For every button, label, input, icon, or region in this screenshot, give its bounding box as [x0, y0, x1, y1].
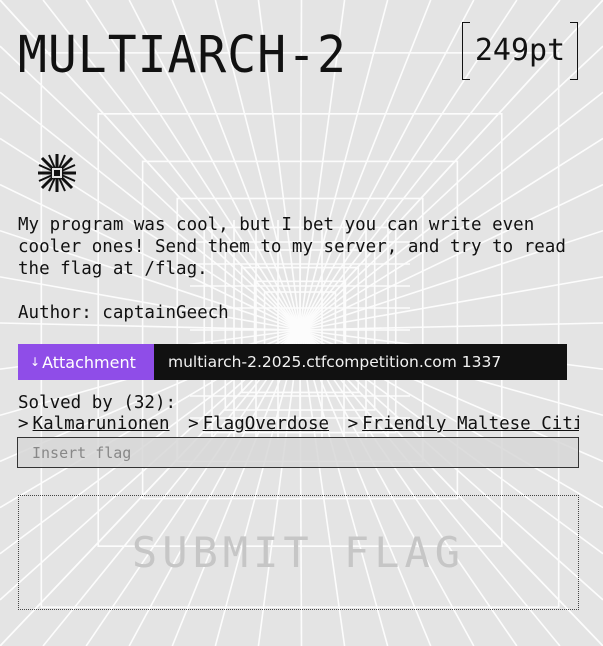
points-badge: 249pt	[462, 22, 578, 80]
asterisk-burst-icon	[38, 154, 76, 192]
solved-by-label: Solved by (32):	[18, 393, 177, 413]
download-icon: ↓	[30, 355, 41, 369]
connection-string: multiarch-2.2025.ctfcompetition.com 1337	[154, 344, 567, 380]
points-value: 249pt	[474, 33, 566, 68]
solver-team-link[interactable]: Kalmarunionen	[33, 414, 170, 434]
solver-list: > Kalmarunionen > FlagOverdose > Friendly M…	[18, 413, 579, 437]
challenge-title: MULTIARCH-2	[18, 25, 347, 85]
attachment-row: ↓ Attachment multiarch-2.2025.ctfcompeti…	[18, 344, 567, 380]
challenge-author: Author: captainGeech	[18, 303, 229, 323]
submit-flag-button[interactable]: SUBMIT FLAG	[18, 495, 579, 610]
solver-separator: >	[18, 414, 29, 434]
solver-separator: >	[347, 414, 359, 434]
submit-flag-label: SUBMIT FLAG	[131, 528, 466, 577]
attachment-label: Attachment	[42, 352, 136, 372]
solver-team-link[interactable]: FlagOverdose	[203, 414, 329, 434]
solver-team-link[interactable]: Friendly Maltese Citiz	[362, 414, 579, 434]
solver-separator: >	[188, 414, 199, 434]
bracket-left	[462, 22, 470, 80]
flag-input[interactable]	[17, 437, 579, 468]
bracket-right	[570, 22, 578, 80]
challenge-description: My program was cool, but I bet you can w…	[18, 215, 566, 279]
attachment-button[interactable]: ↓ Attachment	[18, 344, 154, 380]
